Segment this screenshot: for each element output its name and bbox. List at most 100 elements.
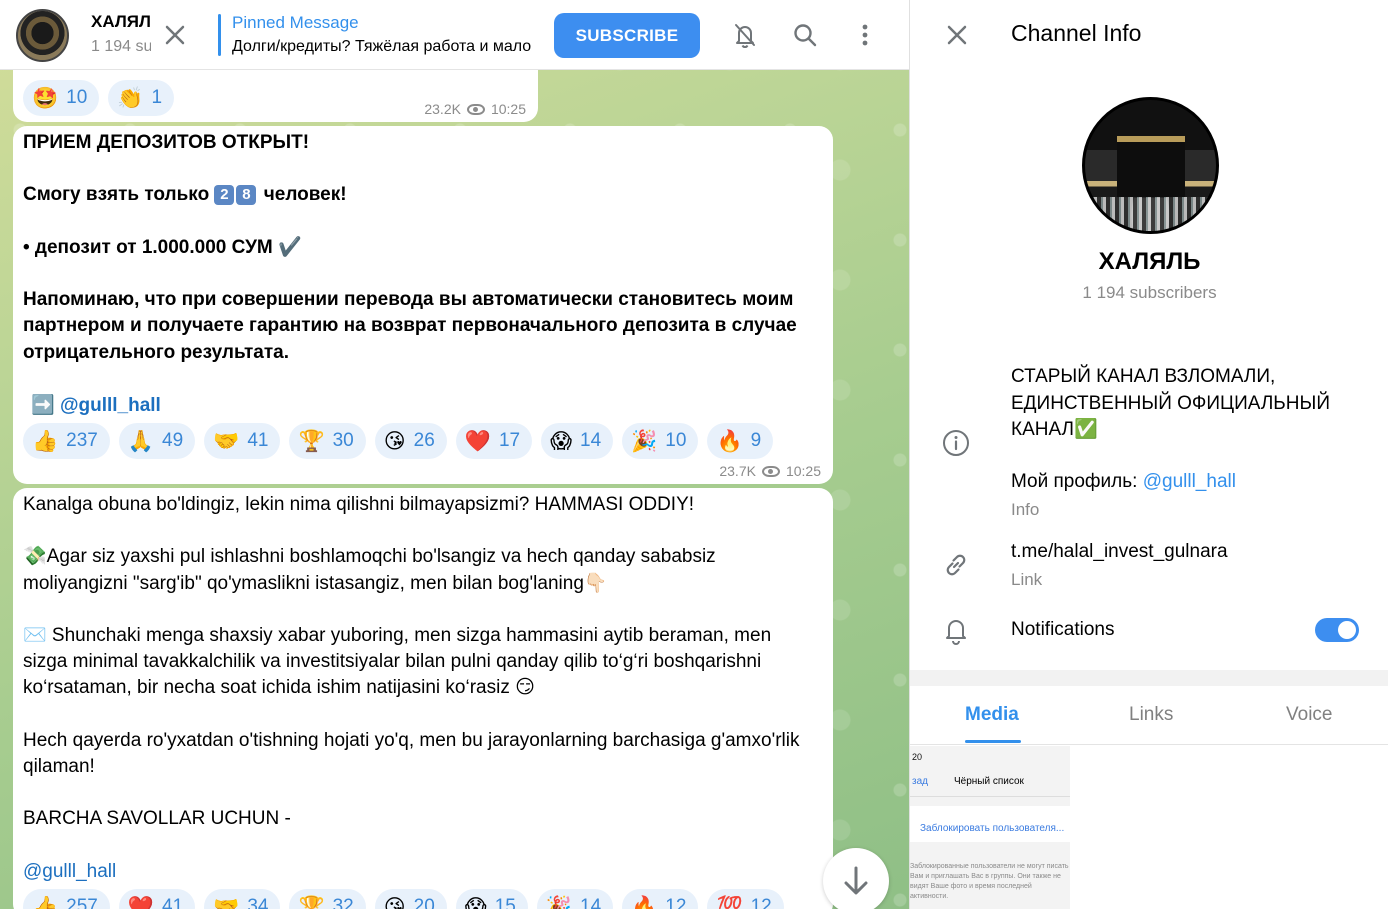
reaction-chip[interactable]: 🤩 10 [23, 80, 100, 116]
reaction-chip[interactable]: 🔥 12 [622, 889, 699, 909]
keycap-digit: 2 [214, 185, 235, 206]
close-panel-button[interactable] [942, 20, 972, 50]
keycap-digit: 8 [236, 185, 257, 206]
message-text: ПРИЕМ ДЕПОЗИТОВ ОТКРЫТ! Смогу взять толь… [23, 130, 813, 366]
panel-title: Channel Info [1011, 20, 1142, 46]
eye-icon [761, 465, 780, 477]
pinned-label[interactable]: Pinned Message [232, 13, 359, 33]
eye-icon [466, 103, 485, 115]
mention-link[interactable]: @gulll_hall [23, 861, 116, 882]
view-count: 23.2K [424, 101, 461, 117]
reaction-emoji: 🎉 [631, 429, 658, 453]
reaction-count: 41 [162, 896, 184, 909]
reaction-chip[interactable]: 😘 20 [374, 889, 447, 909]
reaction-count: 14 [580, 430, 602, 451]
profile-prefix: Мой профиль: [1011, 471, 1143, 492]
reaction-chip[interactable]: ❤️ 41 [118, 889, 196, 909]
search-button[interactable] [790, 20, 820, 50]
reaction-emoji: 🙏 [127, 429, 155, 453]
reaction-count: 10 [66, 87, 88, 108]
reaction-emoji: 😱 [550, 429, 572, 453]
reaction-emoji: 😱 [464, 895, 487, 909]
reaction-count: 237 [66, 430, 98, 451]
message-bubble[interactable]: ПРИЕМ ДЕПОЗИТОВ ОТКРЫТ! Смогу взять толь… [13, 126, 833, 484]
reaction-chip[interactable]: 💯 12 [707, 889, 784, 909]
reaction-emoji: 🔥 [631, 895, 658, 909]
chat-area: 🤩 10 👏 1 23.2K 10:25 ПРИЕМ ДЕПОЗИТОВ ОТК… [0, 0, 909, 909]
thumb-back-text: зад [912, 776, 928, 787]
reaction-chip[interactable]: 👍 237 [23, 423, 110, 459]
close-icon [947, 25, 967, 45]
reaction-chip[interactable]: 😱 14 [541, 423, 614, 459]
reaction-count: 257 [66, 896, 98, 909]
tab-media[interactable]: Media [965, 704, 1019, 726]
reaction-count: 12 [665, 896, 687, 909]
reaction-chip[interactable]: 🤝 34 [204, 889, 281, 909]
reaction-chip[interactable]: 😱 15 [455, 889, 528, 909]
profile-link[interactable]: @gulll_hall [1143, 471, 1236, 492]
reaction-count: 20 [413, 896, 435, 909]
reaction-emoji: 🤝 [213, 895, 240, 909]
text-fragment: Смогу взять только [23, 184, 215, 206]
reaction-emoji: ❤️ [464, 429, 491, 453]
reaction-chip[interactable]: 😘 26 [374, 423, 447, 459]
notifications-label: Notifications [1011, 619, 1115, 640]
reaction-count: 41 [247, 430, 269, 451]
reaction-emoji: 👍 [32, 895, 59, 909]
channel-avatar-large[interactable] [1082, 97, 1219, 234]
link-icon [940, 549, 972, 581]
message-line: BARCHA SAVOLLAR UCHUN - [23, 808, 291, 830]
tab-links[interactable]: Links [1129, 704, 1173, 726]
invite-link[interactable]: t.me/halal_invest_gulnara [1011, 541, 1228, 563]
thumb-title: Чёрный список [954, 776, 1024, 787]
chat-header: ХАЛЯЛЬ 1 194 subscribers Pinned Message … [0, 0, 909, 70]
scroll-down-button[interactable] [823, 848, 889, 909]
media-thumbnail[interactable]: 20 зад Чёрный список Заблокировать польз… [910, 746, 1070, 909]
reaction-count: 34 [247, 896, 269, 909]
link-label: Link [1011, 570, 1043, 589]
reaction-chip[interactable]: 🙏 49 [118, 423, 196, 459]
message-bubble[interactable]: Kanalga obuna bo'ldingiz, lekin nima qil… [13, 488, 833, 909]
message-time: 10:25 [490, 101, 526, 117]
channel-avatar[interactable] [16, 9, 69, 62]
reaction-emoji: 😘 [383, 895, 406, 909]
notifications-toggle[interactable] [1315, 618, 1359, 642]
more-button[interactable] [850, 20, 880, 50]
reaction-chip[interactable]: 🔥 9 [707, 423, 774, 459]
reaction-emoji: 🤩 [32, 86, 59, 110]
subscribe-button[interactable]: SUBSCRIBE [554, 13, 700, 58]
reaction-chip[interactable]: 🏆 32 [289, 889, 366, 909]
reaction-emoji: 🤝 [213, 429, 240, 453]
reaction-count: 12 [750, 896, 772, 909]
shared-media-tabs: Media Links Voice [910, 686, 1388, 745]
pinned-text[interactable]: Долги/кредиты? Тяжёлая работа и мало пол… [232, 38, 532, 56]
thumb-footer-text: Заблокированные пользователи не могут пи… [910, 863, 1069, 900]
reaction-chip[interactable]: 🎉 10 [622, 423, 699, 459]
channel-title[interactable]: ХАЛЯЛЬ [91, 12, 151, 32]
reaction-emoji: 😘 [383, 429, 406, 453]
section-divider [910, 670, 1388, 686]
reaction-chip[interactable]: 🎉 14 [536, 889, 614, 909]
message-line: ✉️ Shunchaki menga shaxsiy xabar yuborin… [23, 625, 777, 699]
channel-info-panel: Channel Info ХАЛЯЛЬ 1 194 subscribers СТ… [909, 0, 1388, 909]
message-line: Hech qayerda ro'yxatdan o'tishning hojat… [23, 729, 805, 778]
reaction-chip[interactable]: 🤝 41 [204, 423, 281, 459]
message-bubble[interactable]: 🤩 10 👏 1 23.2K 10:25 [13, 64, 538, 122]
mute-button[interactable] [730, 20, 760, 50]
message-line: Смогу взять только 28 человек! [23, 184, 347, 206]
reaction-chip[interactable]: 👍 257 [23, 889, 110, 909]
reaction-count: 10 [665, 430, 687, 451]
message-time: 10:25 [785, 463, 821, 479]
search-icon [794, 24, 817, 47]
message-text: Kanalga obuna bo'ldingiz, lekin nima qil… [23, 492, 818, 885]
close-pinned-button[interactable] [160, 20, 190, 50]
reaction-chip[interactable]: 👏 1 [108, 80, 175, 116]
reaction-chip[interactable]: ❤️ 17 [455, 423, 533, 459]
channel-subscriber-count: 1 194 subscribers [91, 38, 151, 55]
arrow-right-icon: ➡️ [31, 395, 55, 416]
reaction-chip[interactable]: 🏆 30 [289, 423, 366, 459]
tab-voice[interactable]: Voice [1286, 704, 1332, 726]
reaction-count: 15 [494, 896, 516, 909]
reaction-list: 🤩 10 👏 1 [23, 80, 175, 116]
mention-link[interactable]: @gulll_hall [60, 395, 161, 416]
